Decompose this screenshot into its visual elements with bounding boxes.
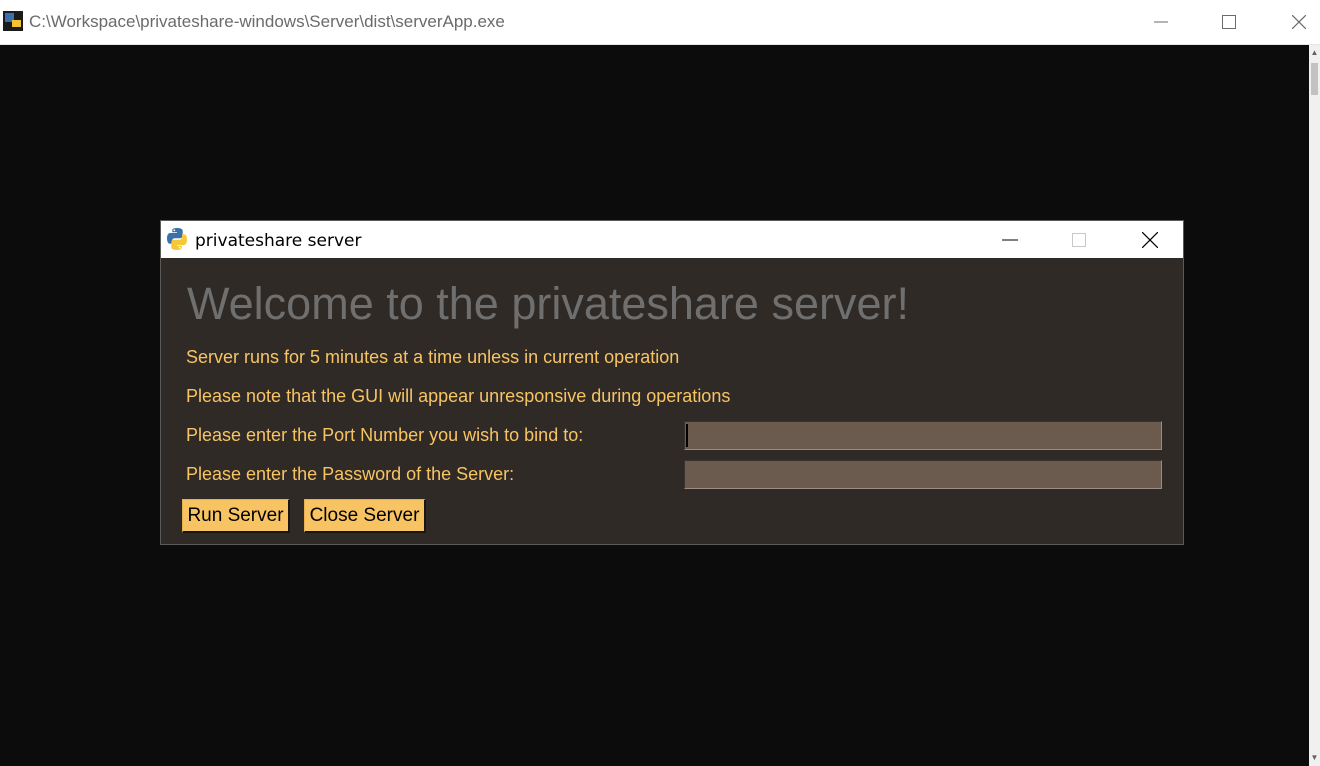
port-label: Please enter the Port Number you wish to… — [186, 425, 584, 445]
info-text-duration: Server runs for 5 minutes at a time unle… — [186, 347, 680, 367]
console-scrollbar[interactable]: ▲ ▼ — [1309, 45, 1320, 766]
close-icon — [1142, 231, 1158, 248]
port-input[interactable] — [684, 421, 1162, 450]
run-server-button[interactable]: Run Server — [182, 499, 290, 533]
scroll-down-arrow-icon[interactable]: ▼ — [1310, 752, 1319, 764]
text-caret — [686, 424, 688, 447]
info-text-unresponsive: Please note that the GUI will appear unr… — [186, 386, 731, 406]
dialog-close-button[interactable] — [1127, 221, 1173, 258]
minimize-icon — [1002, 239, 1018, 240]
privateshare-server-dialog: privateshare server Welcome to the priva… — [160, 220, 1184, 545]
console-window-title: C:\Workspace\privateshare-windows\Server… — [29, 12, 505, 31]
dialog-minimize-button[interactable] — [987, 221, 1033, 258]
console-titlebar: C:\Workspace\privateshare-windows\Server… — [0, 0, 1320, 45]
dialog-window-title: privateshare server — [195, 231, 362, 251]
password-label: Please enter the Password of the Server: — [186, 464, 515, 484]
dialog-maximize-button — [1056, 221, 1102, 258]
scroll-up-arrow-icon[interactable]: ▲ — [1310, 47, 1319, 59]
maximize-icon — [1222, 15, 1236, 29]
console-close-button[interactable] — [1276, 0, 1320, 44]
console-app-icon — [3, 11, 23, 31]
maximize-icon — [1072, 232, 1086, 247]
dialog-content: Welcome to the privateshare server! Serv… — [161, 258, 1183, 544]
python-icon — [167, 228, 187, 250]
scroll-thumb[interactable] — [1311, 63, 1318, 95]
console-minimize-button[interactable] — [1138, 0, 1184, 44]
welcome-heading: Welcome to the privateshare server! — [187, 278, 909, 329]
console-maximize-button[interactable] — [1206, 0, 1252, 44]
minimize-icon — [1154, 21, 1168, 23]
dialog-titlebar: privateshare server — [161, 221, 1183, 258]
password-input[interactable] — [684, 460, 1162, 489]
close-icon — [1292, 15, 1306, 29]
close-server-button[interactable]: Close Server — [304, 499, 426, 533]
